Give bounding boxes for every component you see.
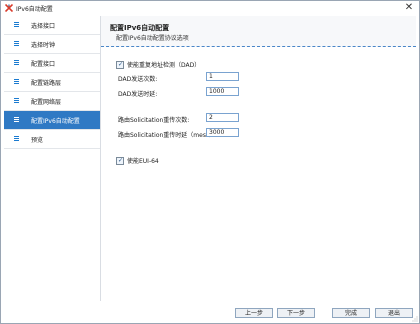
dad-delay-input[interactable]: 1000 xyxy=(206,87,239,96)
checkmark-icon: ✓ xyxy=(118,60,124,68)
resize-grip-icon[interactable] xyxy=(412,316,418,322)
menu-lines-icon xyxy=(14,136,19,141)
wizard-steps-sidebar: 选择接口 选择时钟 配置接口 配置链路层 配置网络层 配置IPv6自动配置 预览 xyxy=(4,16,101,301)
page-title: 配置IPv6自动配置 xyxy=(110,24,170,32)
sidebar-item-label: 选择接口 xyxy=(31,23,56,30)
sidebar-item-label: 配置接口 xyxy=(31,61,56,68)
sidebar-item-config-interface[interactable]: 配置接口 xyxy=(4,54,100,73)
sidebar-item-config-network-layer[interactable]: 配置网络层 xyxy=(4,92,100,111)
exit-button[interactable]: 退出 xyxy=(375,308,413,318)
eui64-checkbox-row: ✓ 使能EUI-64 xyxy=(116,156,159,165)
menu-lines-icon xyxy=(14,60,19,65)
rs-delay-input[interactable]: 3000 xyxy=(206,128,239,137)
dad-delay-label: DAD发送时延: xyxy=(118,91,158,98)
main-content: 配置IPv6自动配置 配置IPv6自动配置协议选项 ✓ 使能重复地址检测（DAD… xyxy=(101,16,416,301)
sidebar-item-label: 配置IPv6自动配置 xyxy=(31,118,80,125)
sidebar-item-preview[interactable]: 预览 xyxy=(4,130,100,149)
dad-count-input[interactable]: 1 xyxy=(206,72,239,81)
wizard-window: IPv6自动配置 ✕ 选择接口 选择时钟 配置接口 配置链路层 配置网络层 配置… xyxy=(0,0,420,324)
dad-enable-label: 使能重复地址检测（DAD） xyxy=(127,62,201,69)
close-button[interactable]: ✕ xyxy=(403,2,415,14)
menu-lines-icon xyxy=(14,98,19,103)
rs-count-input[interactable]: 2 xyxy=(206,113,239,122)
sidebar-item-label: 配置网络层 xyxy=(31,99,62,106)
page-subtitle: 配置IPv6自动配置协议选项 xyxy=(116,35,189,42)
sidebar-item-select-interface[interactable]: 选择接口 xyxy=(4,16,100,35)
eui64-enable-label: 使能EUI-64 xyxy=(127,158,159,165)
sidebar-item-config-link-layer[interactable]: 配置链路层 xyxy=(4,73,100,92)
sidebar-item-label: 预览 xyxy=(31,137,44,144)
window-title: IPv6自动配置 xyxy=(16,6,53,13)
content-header: 配置IPv6自动配置 配置IPv6自动配置协议选项 xyxy=(101,16,416,47)
eui64-enable-checkbox[interactable]: ✓ xyxy=(116,156,124,165)
title-bar: IPv6自动配置 ✕ xyxy=(1,1,419,15)
sidebar-item-label: 选择时钟 xyxy=(31,42,56,49)
checkmark-icon: ✓ xyxy=(118,156,124,164)
dad-count-label: DAD发送次数: xyxy=(118,76,158,83)
sidebar-item-select-clock[interactable]: 选择时钟 xyxy=(4,35,100,54)
menu-lines-icon xyxy=(14,117,19,122)
menu-lines-icon xyxy=(14,79,19,84)
dad-enable-checkbox[interactable]: ✓ xyxy=(116,60,124,69)
sidebar-item-config-ipv6-autoconfig[interactable]: 配置IPv6自动配置 xyxy=(4,111,100,130)
rs-delay-label: 路由Solicitation重传时延（mesc）: xyxy=(118,132,218,139)
rs-count-label: 路由Solicitation重传次数: xyxy=(118,117,190,124)
finish-button[interactable]: 完成 xyxy=(332,308,370,318)
menu-lines-icon xyxy=(14,41,19,46)
menu-lines-icon xyxy=(14,22,19,27)
next-button[interactable]: 下一步 xyxy=(277,308,315,318)
prev-button[interactable]: 上一步 xyxy=(235,308,273,318)
app-logo-icon xyxy=(4,3,14,13)
dad-checkbox-row: ✓ 使能重复地址检测（DAD） xyxy=(116,60,200,69)
sidebar-item-label: 配置链路层 xyxy=(31,80,62,87)
